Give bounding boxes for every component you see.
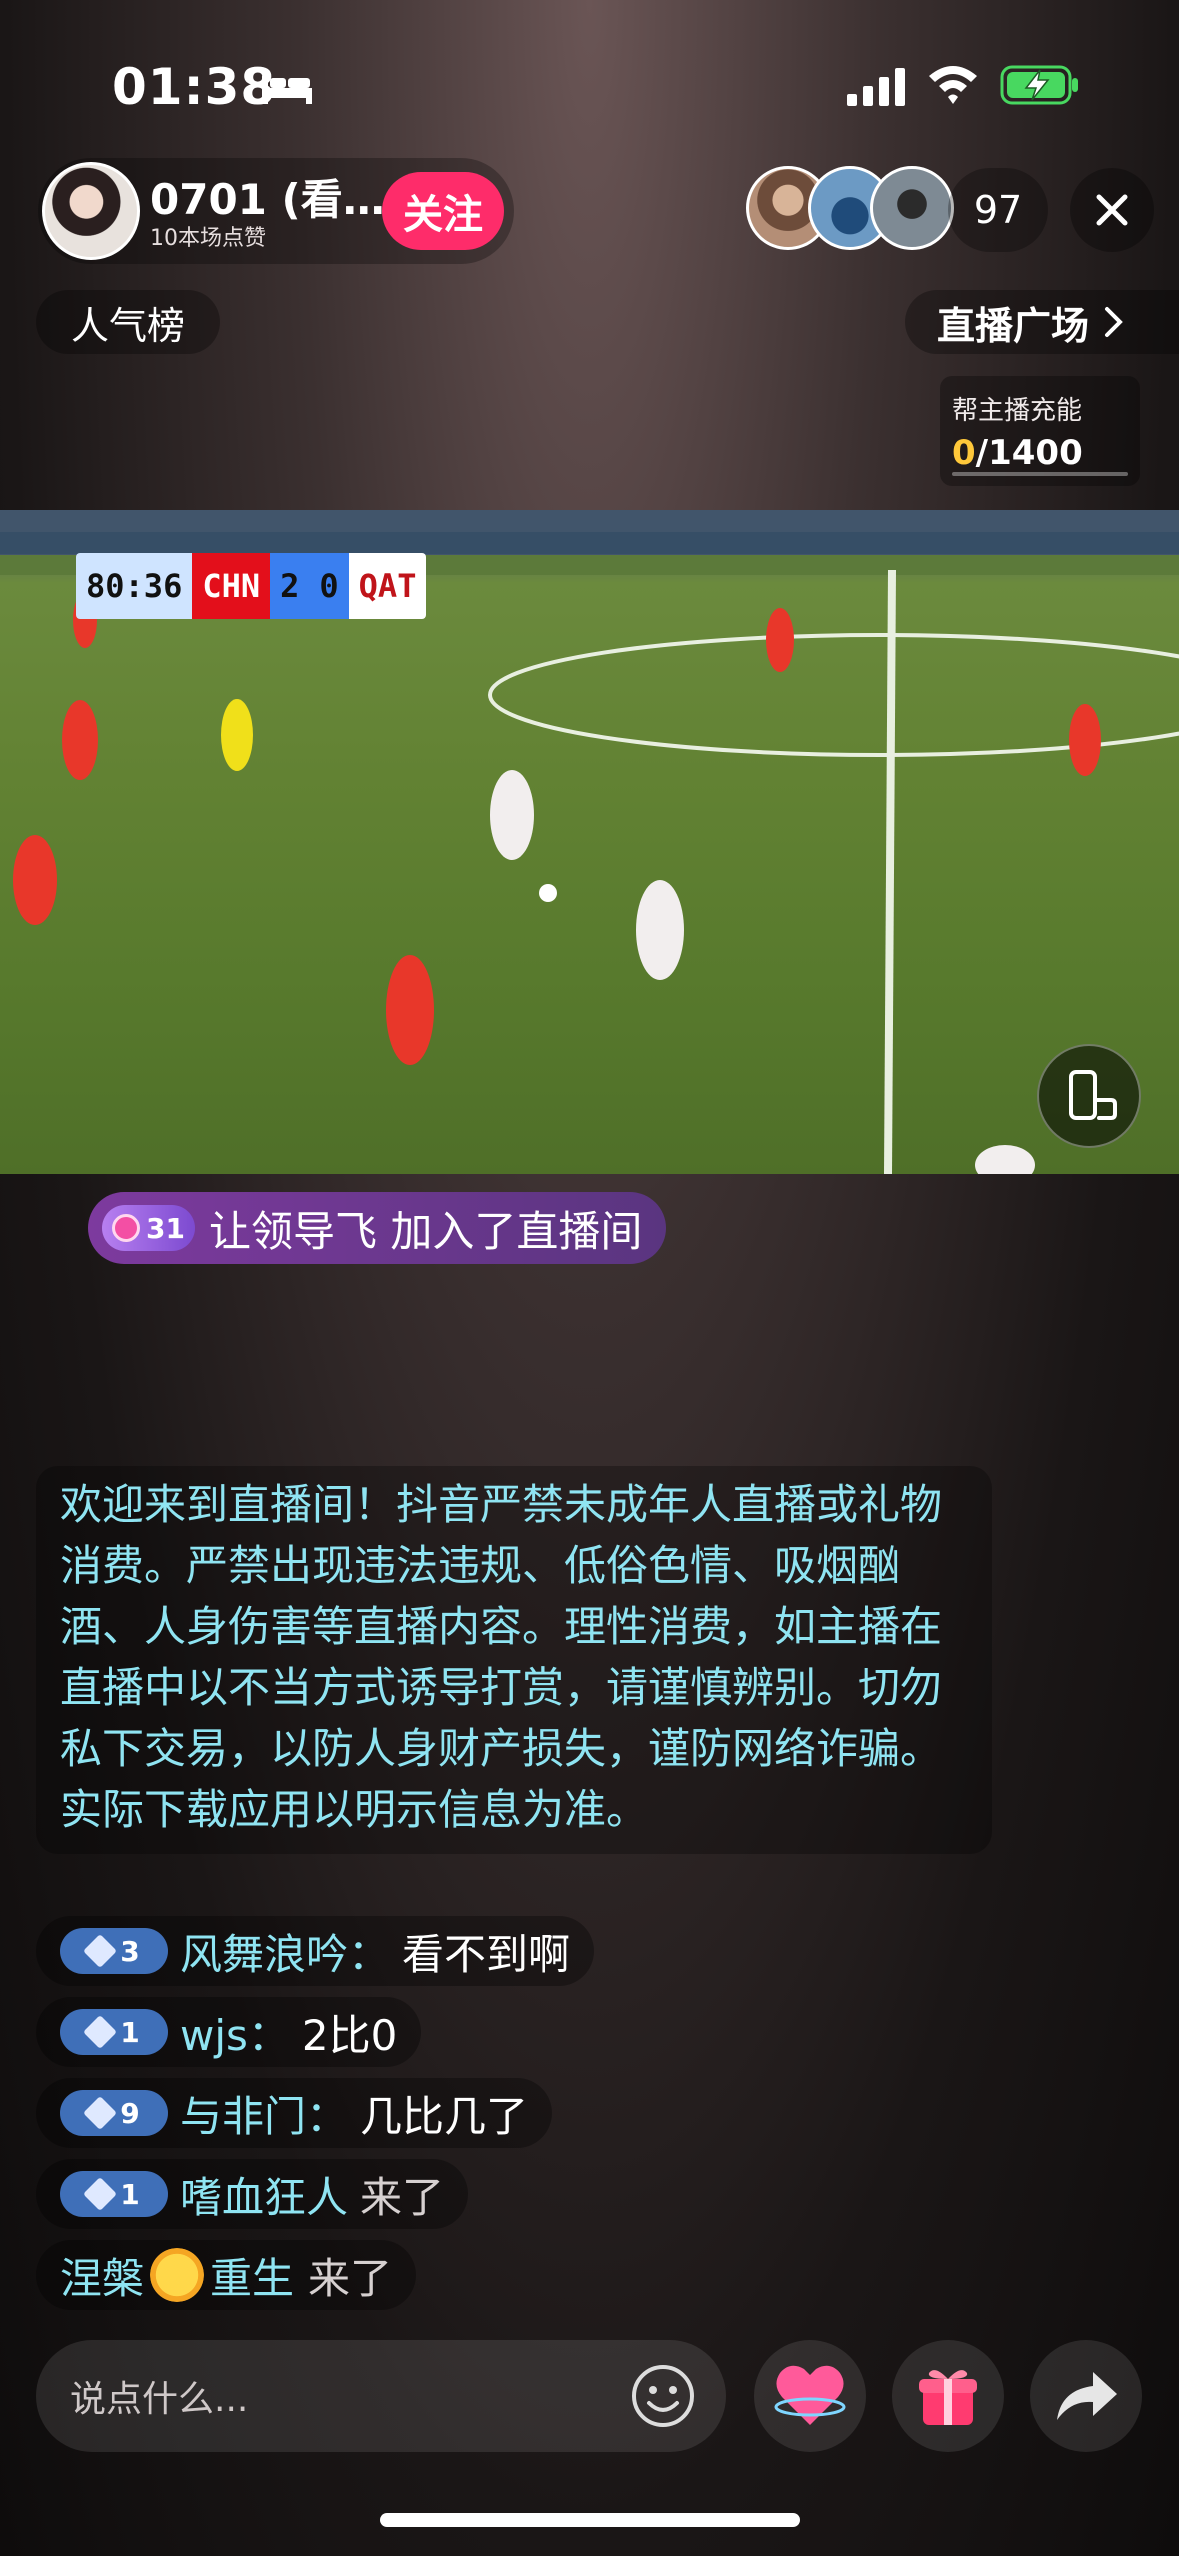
platform-notice: 欢迎来到直播间！抖音严禁未成年人直播或礼物消费。严禁出现违法违规、低俗色情、吸烟… [36, 1466, 992, 1854]
comment-row[interactable]: 9 与非门： 几比几了 [36, 2078, 553, 2148]
follow-button[interactable]: 关注 [382, 172, 504, 250]
team2-score: 0 [309, 553, 349, 619]
diamond-icon [83, 1934, 118, 1968]
emoji-icon[interactable] [630, 2363, 696, 2429]
arrival-text: 来了 [360, 2172, 445, 2222]
user-level-badge: 1 [60, 2009, 168, 2055]
arrival-row[interactable]: 1 嗜血狂人 来了 [36, 2159, 469, 2229]
arrival-username-part[interactable]: 重生 [210, 2245, 294, 2306]
cellular-signal-icon [847, 68, 905, 106]
diamond-icon [83, 2015, 118, 2049]
host-name[interactable]: 0701 (看… [150, 166, 385, 227]
status-time: 01:38 [112, 58, 277, 116]
live-plaza-label: 直播广场 [937, 303, 1090, 348]
user-level-badge: 31 [102, 1205, 195, 1251]
comment-username[interactable]: 与非门： [180, 2083, 348, 2144]
charge-progress: 0/1400 [952, 433, 1128, 473]
user-level-badge: 3 [60, 1928, 168, 1974]
user-level-badge: 1 [60, 2171, 168, 2217]
close-button[interactable] [1070, 168, 1154, 252]
join-notice: 31 让领导飞 加入了直播间 [88, 1192, 667, 1264]
arrival-username[interactable]: 嗜血狂人 [180, 2164, 348, 2225]
chevron-right-icon [1105, 307, 1123, 337]
charge-title: 帮主播充能 [952, 396, 1083, 426]
host-avatar[interactable] [42, 162, 140, 260]
match-clock: 80:36 [76, 553, 193, 619]
charge-current: 0 [952, 433, 976, 473]
comment-username[interactable]: wjs： [180, 2002, 290, 2063]
rotate-screen-icon [1069, 1070, 1117, 1120]
comment-username[interactable]: 风舞浪吟： [180, 1921, 390, 1982]
arrival-text: 来了 [308, 2253, 393, 2303]
viewer-count[interactable]: 97 [948, 168, 1048, 252]
comment-input-placeholder: 说点什么... [70, 2379, 249, 2420]
close-icon [1096, 194, 1128, 226]
wifi-icon [929, 66, 977, 104]
comment-row[interactable]: 3 风舞浪吟： 看不到啊 [36, 1916, 595, 1986]
match-scoreboard: 80:36 CHN 2 0 QAT [76, 553, 427, 619]
team1-name: CHN [192, 553, 271, 619]
charge-progress-bar [952, 472, 1128, 476]
team2-name: QAT [348, 553, 427, 619]
comment-message: 看不到啊 [402, 1929, 571, 1979]
popularity-ranking-button[interactable]: 人气榜 [36, 290, 220, 354]
user-level: 31 [146, 1211, 185, 1245]
join-text: 让领导飞 加入了直播间 [208, 1206, 643, 1256]
gift-button[interactable] [892, 2340, 1004, 2452]
share-arrow-icon [1057, 2372, 1117, 2420]
comment-row[interactable]: 1 wjs： 2比0 [36, 1997, 422, 2067]
arrival-row[interactable]: 涅槃 重生 来了 [36, 2240, 417, 2310]
sleep-bed-icon [262, 76, 312, 104]
team1-score: 2 [270, 553, 310, 619]
charge-separator: / [975, 433, 989, 473]
user-level: 3 [120, 1934, 140, 1968]
user-level: 9 [120, 2096, 140, 2130]
like-button[interactable] [754, 2340, 866, 2452]
comment-message: 2比0 [301, 2010, 398, 2060]
diamond-icon [83, 2096, 118, 2130]
diamond-icon [83, 2177, 118, 2211]
heart-icon [774, 2365, 846, 2425]
comment-input[interactable]: 说点什么... [36, 2340, 726, 2452]
level-gem-icon [112, 1214, 140, 1242]
host-likes: 10本场点赞 [150, 226, 266, 251]
arrival-username-part[interactable]: 涅槃 [60, 2245, 144, 2306]
live-plaza-button[interactable]: 直播广场 [905, 290, 1179, 354]
gift-icon [919, 2370, 977, 2425]
comment-message: 几比几了 [360, 2091, 529, 2141]
user-level: 1 [120, 2177, 140, 2211]
charge-target: 1400 [988, 433, 1083, 473]
user-level-badge: 9 [60, 2090, 168, 2136]
home-indicator[interactable] [380, 2513, 800, 2527]
rotate-screen-button[interactable] [1037, 1044, 1141, 1148]
charge-card[interactable]: 帮主播充能 0/1400 [940, 376, 1140, 486]
share-button[interactable] [1030, 2340, 1142, 2452]
battery-charging-icon [1000, 65, 1078, 105]
user-level: 1 [120, 2015, 140, 2049]
sun-emoji-icon [150, 2248, 205, 2302]
viewer-avatar[interactable] [870, 166, 954, 250]
